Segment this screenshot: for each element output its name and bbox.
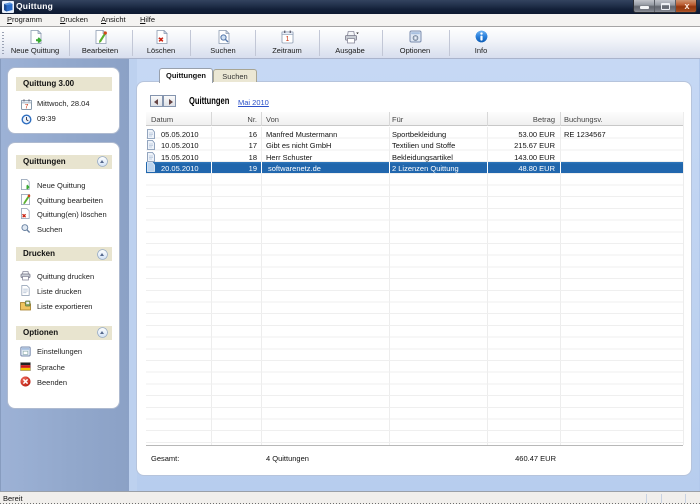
svg-text:1: 1	[286, 36, 290, 43]
svg-text:7: 7	[25, 103, 29, 110]
